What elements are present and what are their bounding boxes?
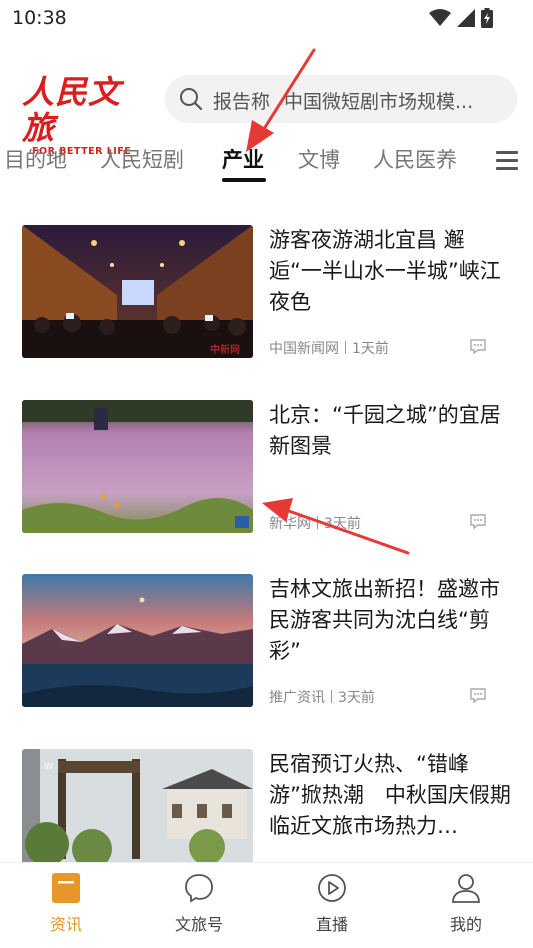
article-title: 吉林文旅出新招！盛邀市民游客共同为沈白线“剪彩” — [269, 577, 500, 663]
svg-text:W: W — [44, 762, 53, 772]
menu-icon[interactable] — [496, 151, 518, 175]
comment-icon[interactable] — [469, 688, 487, 704]
article-title: 北京：“千园之城”的宜居新图景 — [269, 403, 501, 458]
article-meta: 中国新闻网 1天前 — [269, 338, 389, 358]
article-time: 3天前 — [324, 516, 361, 532]
comment-icon[interactable] — [469, 339, 487, 355]
tab-museum[interactable]: 文博 — [298, 144, 340, 174]
nav-live-label: 直播 — [315, 915, 348, 934]
tab-healthcare[interactable]: 人民医养 — [373, 144, 457, 174]
status-bar: 10:38 — [0, 0, 533, 40]
article-time: 1天前 — [352, 341, 389, 357]
wifi-icon — [429, 9, 451, 26]
search-icon — [180, 88, 203, 111]
header: 人民文旅 FOR BETTER LIFE 报告称 中国微短剧市场规模... — [0, 70, 533, 157]
article-item[interactable]: 吉林文旅出新招！盛邀市民游客共同为沈白线“剪彩” 推广资讯 3天前 — [22, 574, 512, 708]
search-bar[interactable]: 报告称 中国微短剧市场规模... — [165, 75, 517, 123]
article-thumbnail — [22, 400, 253, 533]
article-title: 民宿预订火热、“错峰游”掀热潮 中秋国庆假期临近文旅市场热力… — [269, 752, 511, 838]
search-hot-word-1: 报告称 — [213, 91, 271, 113]
article-source: 新华网 — [269, 516, 311, 532]
comment-icon[interactable] — [469, 514, 487, 530]
nav-wenlv-label: 文旅号 — [174, 915, 223, 934]
chat-bubble-icon — [185, 874, 213, 903]
news-icon — [52, 873, 80, 903]
logo-text: 人民文旅 — [22, 73, 122, 147]
nav-wenlv-account[interactable]: 文旅号 — [154, 873, 244, 935]
article-source: 推广资讯 — [269, 690, 325, 706]
article-meta: 新华网 3天前 — [269, 513, 361, 533]
status-time: 10:38 — [12, 7, 67, 29]
nav-live[interactable]: 直播 — [287, 873, 377, 935]
article-thumbnail: W — [22, 749, 253, 862]
play-circle-icon — [318, 874, 346, 902]
nav-profile-label: 我的 — [449, 915, 482, 934]
nav-news[interactable]: 资讯 — [21, 873, 111, 935]
search-hot-word-2: 中国微短剧市场规模... — [284, 91, 474, 113]
article-meta: 推广资讯 3天前 — [269, 687, 375, 707]
signal-icon — [457, 9, 475, 27]
article-item[interactable]: 北京：“千园之城”的宜居新图景 新华网 3天前 — [22, 400, 512, 534]
article-time: 3天前 — [338, 690, 375, 706]
nav-news-label: 资讯 — [49, 915, 82, 934]
tab-industry[interactable]: 产业 — [222, 144, 264, 174]
category-tabs: 目的地 人民短剧 产业 文博 人民医养 — [0, 140, 533, 184]
app-logo: 人民文旅 FOR BETTER LIFE — [22, 74, 152, 157]
active-tab-indicator — [222, 178, 266, 182]
article-thumbnail: 中新网 — [22, 225, 253, 358]
article-source: 中国新闻网 — [269, 341, 339, 357]
article-item[interactable]: 中新网 游客夜游湖北宜昌 邂逅“一半山水一半城”峡江夜色 中国新闻网 1天前 — [22, 225, 512, 359]
tab-short-drama[interactable]: 人民短剧 — [100, 144, 184, 174]
tab-destination[interactable]: 目的地 — [4, 144, 67, 174]
user-icon — [452, 874, 480, 903]
nav-profile[interactable]: 我的 — [421, 873, 511, 935]
article-item[interactable]: W 民宿预订火热、“错峰游”掀热潮 中秋国庆假期临近文旅市场热力… — [22, 749, 512, 862]
article-title: 游客夜游湖北宜昌 邂逅“一半山水一半城”峡江夜色 — [269, 228, 501, 314]
battery-charging-icon — [481, 8, 493, 28]
status-icons — [429, 8, 493, 28]
bottom-nav: 资讯 文旅号 直播 我的 — [0, 862, 533, 948]
article-thumbnail — [22, 574, 253, 707]
search-placeholder: 报告称 中国微短剧市场规模... — [213, 87, 508, 114]
thumbnail-watermark: 中新网 — [210, 343, 240, 356]
